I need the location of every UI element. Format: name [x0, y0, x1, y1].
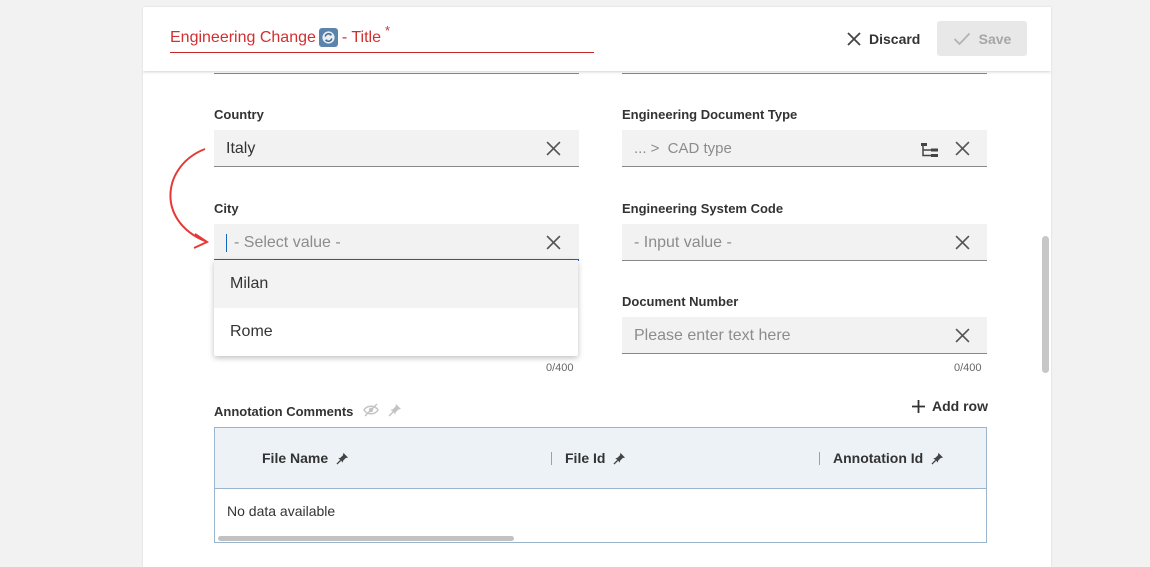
- discard-button[interactable]: Discard: [847, 26, 920, 52]
- sync-icon: [318, 28, 338, 47]
- annotation-comments-table: File Name File Id Annotation Id No data …: [214, 427, 987, 543]
- breadcrumb-prefix: ... >: [634, 140, 660, 157]
- table-header: File Name File Id Annotation Id: [215, 428, 986, 489]
- add-row-button[interactable]: Add row: [911, 398, 988, 414]
- form-card: Engineering Change - Title * Discard Sav…: [143, 7, 1051, 567]
- form-header: Engineering Change - Title * Discard Sav…: [143, 7, 1051, 71]
- column-separator[interactable]: [819, 452, 820, 465]
- document-number-placeholder: Please enter text here: [634, 327, 791, 344]
- engineering-document-type-field[interactable]: ... > CAD type: [622, 130, 987, 167]
- column-header-annotation-id[interactable]: Annotation Id: [833, 450, 944, 466]
- city-options-dropdown: Milan Rome: [214, 260, 578, 356]
- title-field[interactable]: Engineering Change - Title *: [170, 23, 594, 53]
- country-label: Country: [214, 107, 264, 122]
- required-marker: *: [385, 23, 391, 38]
- city-char-counter: 0/400: [546, 362, 574, 374]
- clear-country-icon[interactable]: [546, 141, 561, 156]
- plus-icon: [912, 399, 925, 413]
- annotation-comments-label: Annotation Comments: [214, 404, 354, 419]
- pin-icon[interactable]: [931, 452, 944, 465]
- document-number-field[interactable]: Please enter text here: [622, 317, 987, 354]
- previous-field-underline-right: [622, 73, 987, 74]
- country-field[interactable]: Italy: [214, 130, 579, 167]
- engineering-system-code-label: Engineering System Code: [622, 201, 784, 216]
- system-code-placeholder: - Input value -: [634, 234, 732, 251]
- title-suffix: - Title: [341, 29, 382, 46]
- city-label: City: [214, 201, 239, 216]
- title-prefix: Engineering Change: [170, 29, 316, 46]
- pin-icon[interactable]: [336, 452, 349, 465]
- engineering-document-type-label: Engineering Document Type: [622, 107, 798, 122]
- clear-document-number-icon[interactable]: [955, 328, 970, 343]
- city-placeholder: - Select value -: [234, 234, 341, 251]
- check-icon: [953, 32, 970, 45]
- clear-system-code-icon[interactable]: [955, 235, 970, 250]
- close-icon: [847, 32, 861, 46]
- column-header-file-name[interactable]: File Name: [262, 450, 349, 466]
- document-number-char-counter: 0/400: [954, 362, 982, 374]
- column-separator[interactable]: [551, 452, 552, 465]
- horizontal-scrollbar[interactable]: [218, 536, 514, 541]
- city-select[interactable]: - Select value -: [214, 224, 579, 261]
- previous-field-underline-left: [214, 73, 579, 74]
- vertical-scrollbar[interactable]: [1042, 236, 1049, 373]
- add-row-label: Add row: [932, 398, 988, 414]
- tree-hierarchy-icon[interactable]: [920, 142, 939, 158]
- engineering-system-code-field[interactable]: - Input value -: [622, 224, 987, 261]
- document-number-label: Document Number: [622, 294, 739, 309]
- city-option-milan[interactable]: Milan: [214, 260, 578, 308]
- city-option-rome[interactable]: Rome: [214, 308, 578, 356]
- discard-label: Discard: [869, 31, 921, 47]
- clear-city-icon[interactable]: [546, 235, 561, 250]
- pin-icon[interactable]: [613, 452, 626, 465]
- text-cursor: [226, 234, 227, 252]
- cad-type-placeholder: CAD type: [667, 140, 732, 157]
- eye-off-icon[interactable]: [363, 403, 379, 417]
- save-label: Save: [978, 30, 1012, 47]
- clear-document-type-icon[interactable]: [955, 141, 970, 156]
- save-button[interactable]: Save: [937, 21, 1027, 56]
- pin-icon[interactable]: [388, 403, 402, 417]
- column-header-file-id[interactable]: File Id: [565, 450, 626, 466]
- empty-table-message: No data available: [227, 503, 336, 519]
